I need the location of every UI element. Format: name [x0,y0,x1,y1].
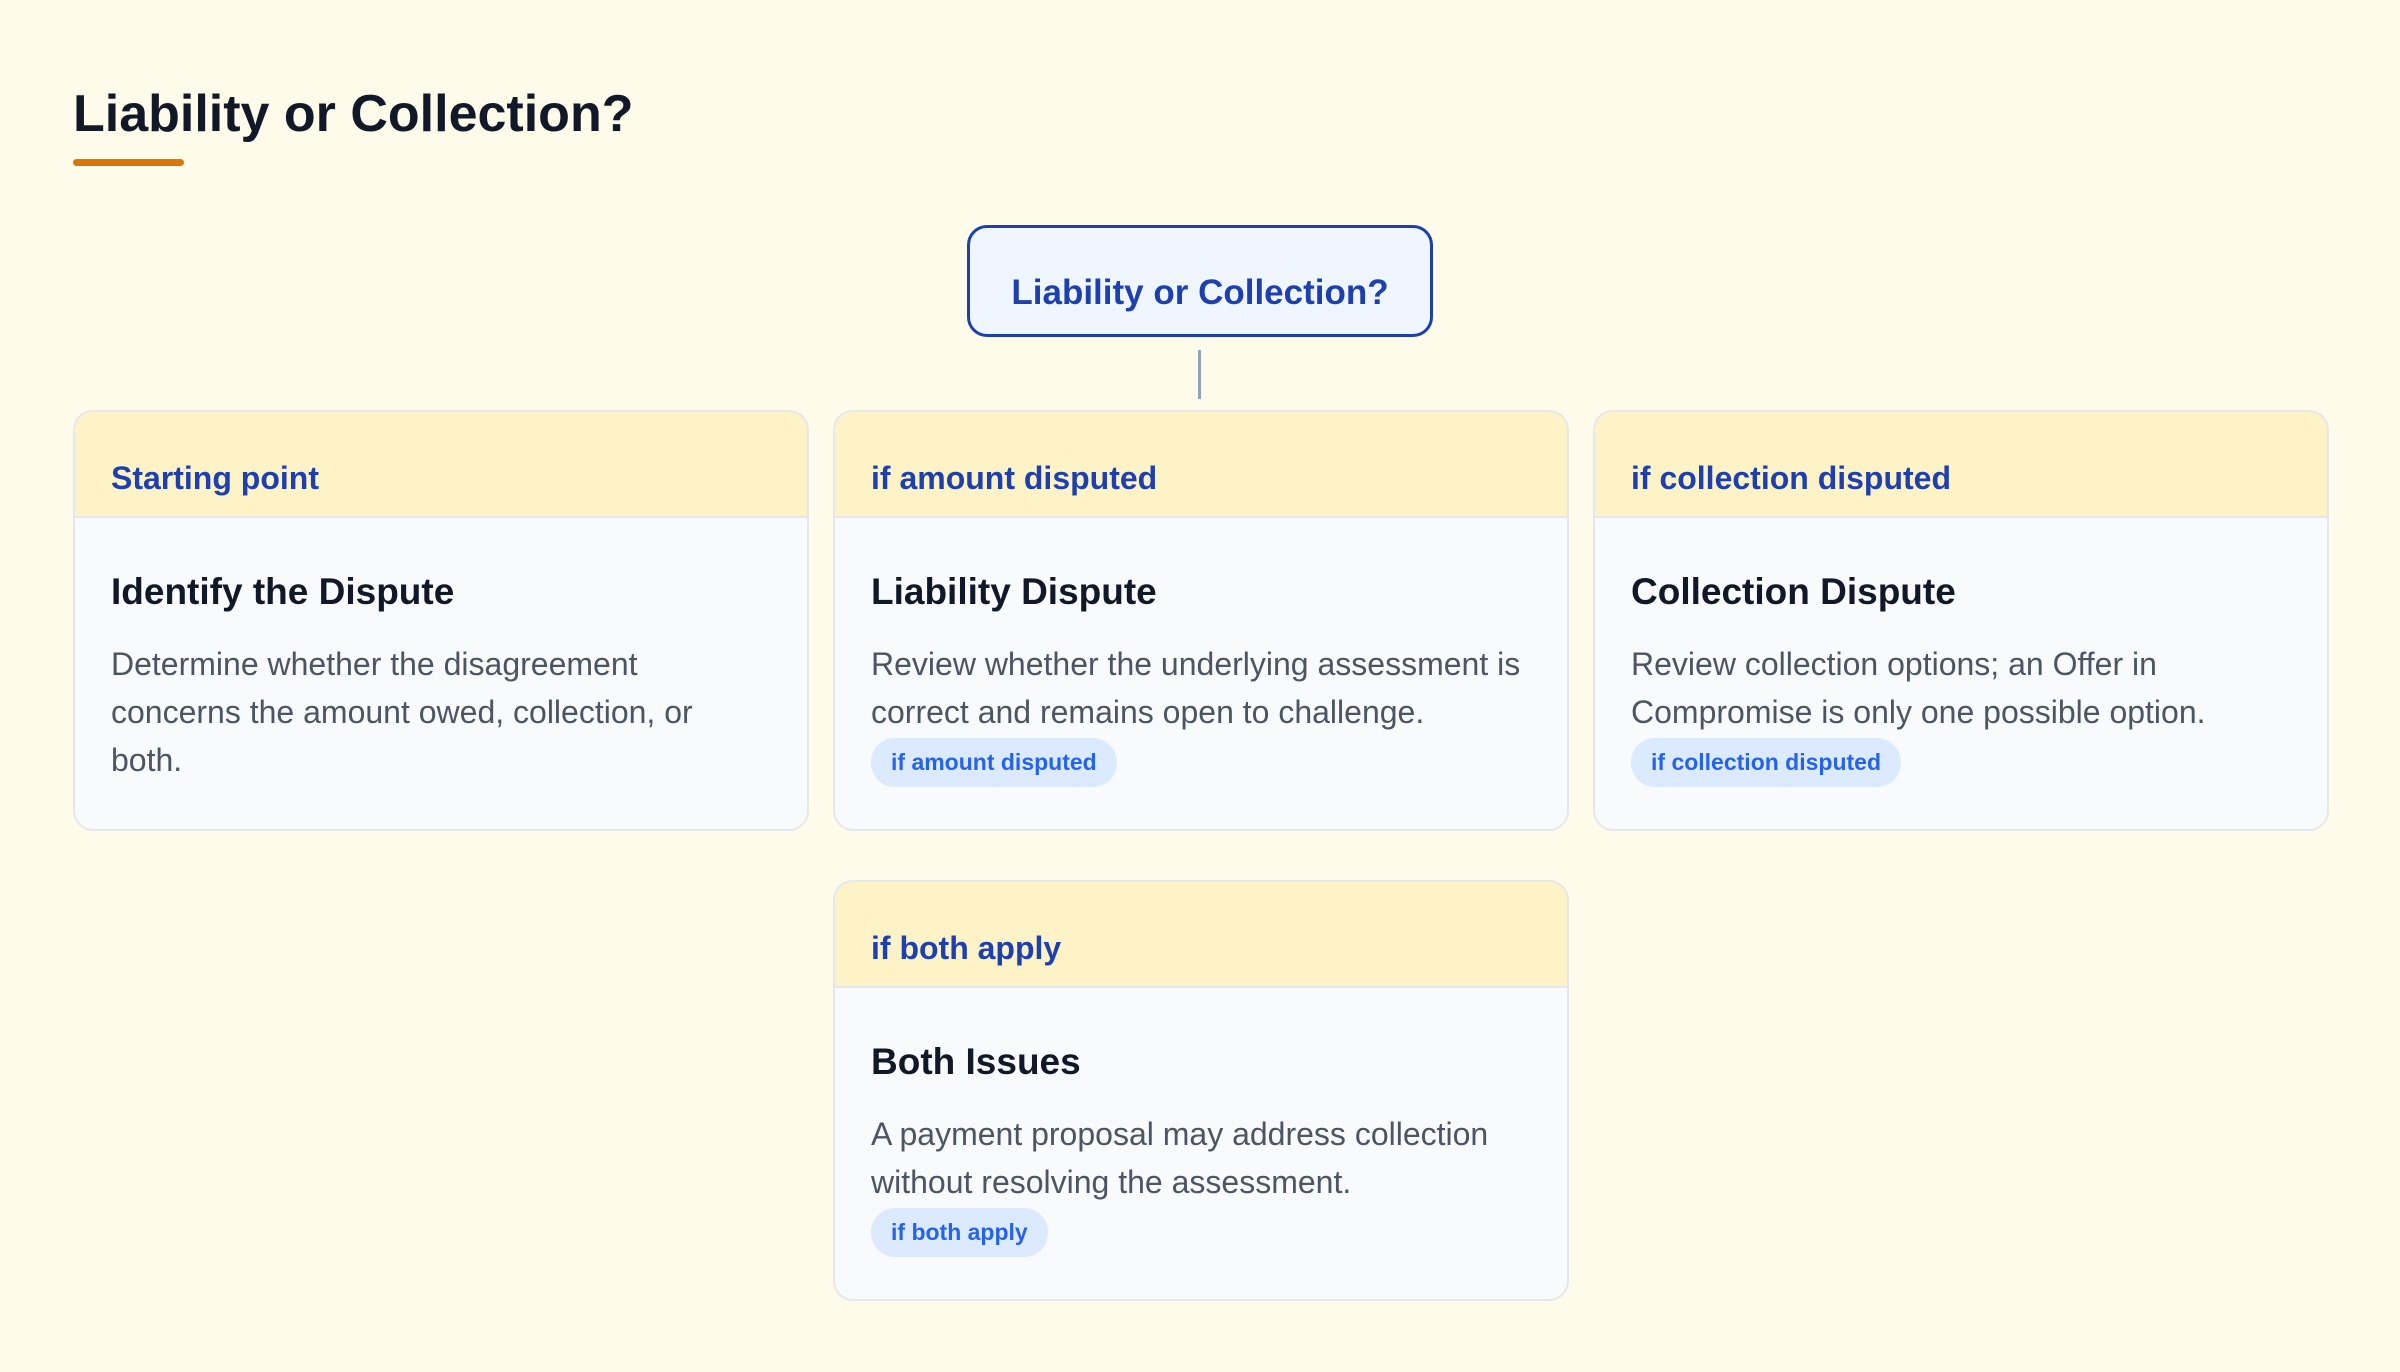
card-header: if collection disputed [1595,412,2327,518]
card-collection-dispute: if collection disputed Collection Disput… [1593,410,2329,831]
condition-badge: if both apply [871,1208,1048,1257]
card-title: Collection Dispute [1631,571,1956,612]
card-header-label: if both apply [871,930,1062,966]
card-title: Identify the Dispute [111,571,455,612]
root-connector-line [1198,350,1201,399]
card-title: Both Issues [871,1041,1081,1082]
card-both-issues: if both apply Both Issues A payment prop… [833,880,1569,1301]
card-title: Liability Dispute [871,571,1157,612]
root-node: Liability or Collection? [967,225,1433,337]
card-header-label: if collection disputed [1631,460,1952,496]
card-header: if amount disputed [835,412,1567,518]
root-node-label: Liability or Collection? [1011,273,1389,312]
condition-badge: if collection disputed [1631,738,1902,787]
card-description: Review collection options; an Offer in C… [1631,646,2206,730]
condition-badge: if amount disputed [871,738,1117,787]
card-header-label: if amount disputed [871,460,1158,496]
card-liability-dispute: if amount disputed Liability Dispute Rev… [833,410,1569,831]
page-title: Liability or Collection? [73,85,634,143]
card-header: Starting point [75,412,807,518]
card-description: Review whether the underlying assessment… [871,646,1521,730]
card-identify-dispute: Starting point Identify the Dispute Dete… [73,410,809,831]
card-description: Determine whether the disagreement conce… [111,646,693,778]
card-header: if both apply [835,882,1567,988]
card-description: A payment proposal may address collectio… [871,1116,1489,1200]
card-header-label: Starting point [111,460,319,496]
title-underline [73,159,184,166]
